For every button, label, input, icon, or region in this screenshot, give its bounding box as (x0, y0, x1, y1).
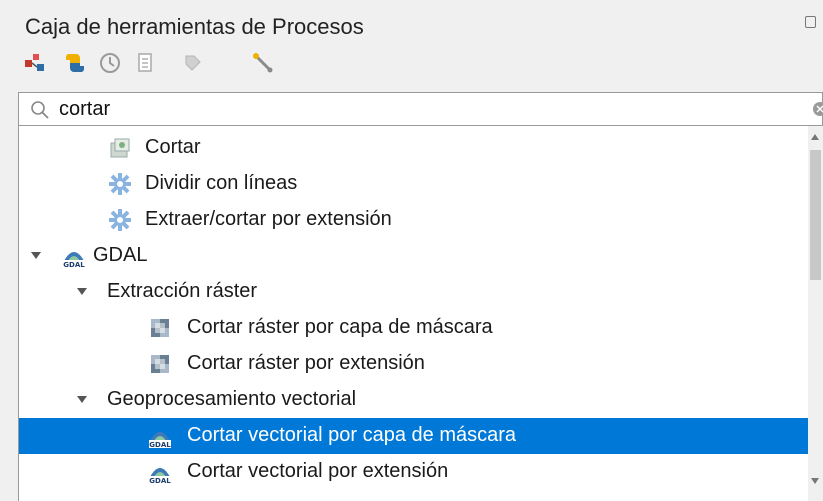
tree-item-cortar-vectorial-extension[interactable]: GDAL Cortar vectorial por extensión (19, 454, 809, 490)
tree-item-cortar-raster-mascara[interactable]: Cortar ráster por capa de máscara (19, 310, 809, 346)
svg-text:GDAL: GDAL (149, 477, 171, 485)
search-input[interactable] (59, 97, 779, 121)
raster-clip-icon (147, 315, 173, 341)
vertical-scrollbar[interactable] (808, 126, 823, 501)
expand-arrow-icon[interactable] (77, 288, 87, 295)
scrollbar-thumb[interactable] (810, 150, 821, 280)
gear-icon (107, 207, 133, 233)
search-icon (29, 99, 51, 121)
panel-title: Caja de herramientas de Procesos (25, 14, 364, 39)
algorithm-tree[interactable]: Cortar Dividir con líneas Extraer/cortar… (18, 126, 823, 501)
python-scripts-icon[interactable] (62, 50, 88, 76)
tree-group-geoprocesamiento-vectorial[interactable]: Geoprocesamiento vectorial (19, 382, 809, 418)
gear-icon (107, 171, 133, 197)
processing-toolbar (0, 44, 823, 84)
history-icon[interactable] (97, 50, 123, 76)
gdal-icon: GDAL (147, 423, 173, 449)
gdal-icon: GDAL (61, 243, 87, 269)
search-box[interactable] (18, 92, 823, 126)
float-panel-icon[interactable] (805, 16, 816, 28)
tree-item-extraer[interactable]: Extraer/cortar por extensión (19, 202, 809, 238)
svg-text:GDAL: GDAL (63, 261, 85, 269)
scroll-down-arrow-icon[interactable] (811, 478, 819, 484)
scroll-up-arrow-icon[interactable] (811, 134, 819, 140)
panel-titlebar: Caja de herramientas de Procesos (0, 0, 823, 44)
tree-item-label: Cortar vectorial por capa de máscara (187, 424, 517, 446)
raster-clip-icon (147, 351, 173, 377)
expand-arrow-icon[interactable] (77, 396, 87, 403)
tree-item-label: Cortar (145, 136, 201, 158)
svg-text:GDAL: GDAL (149, 441, 171, 449)
models-icon[interactable] (22, 50, 48, 76)
tree-item-dividir[interactable]: Dividir con líneas (19, 166, 809, 202)
clear-search-icon[interactable] (812, 101, 823, 117)
tree-item-label: Extraer/cortar por extensión (145, 208, 392, 230)
tree-item-label: Cortar ráster por extensión (187, 352, 425, 374)
tree-item-label: Extracción ráster (107, 280, 258, 302)
panel-float-close-icons[interactable] (805, 16, 823, 34)
tree-item-label: GDAL (93, 244, 148, 266)
tree-item-label: Dividir con líneas (145, 172, 298, 194)
raster-tool-icon (107, 135, 133, 161)
edit-features-icon[interactable] (180, 50, 206, 76)
tree-group-gdal[interactable]: GDAL GDAL (19, 238, 809, 274)
options-icon[interactable] (250, 50, 276, 76)
results-viewer-icon[interactable] (132, 50, 158, 76)
tree-item-label: Geoprocesamiento vectorial (107, 388, 357, 410)
tree-item-cortar[interactable]: Cortar (19, 130, 809, 166)
tree-item-cortar-vectorial-mascara[interactable]: GDAL Cortar vectorial por capa de máscar… (19, 418, 809, 454)
tree-item-label: Cortar ráster por capa de máscara (187, 316, 493, 338)
gdal-icon: GDAL (147, 459, 173, 485)
tree-item-label: Cortar vectorial por extensión (187, 460, 449, 482)
expand-arrow-icon[interactable] (31, 252, 41, 259)
tree-group-extraccion-raster[interactable]: Extracción ráster (19, 274, 809, 310)
tree-item-cortar-raster-extension[interactable]: Cortar ráster por extensión (19, 346, 809, 382)
